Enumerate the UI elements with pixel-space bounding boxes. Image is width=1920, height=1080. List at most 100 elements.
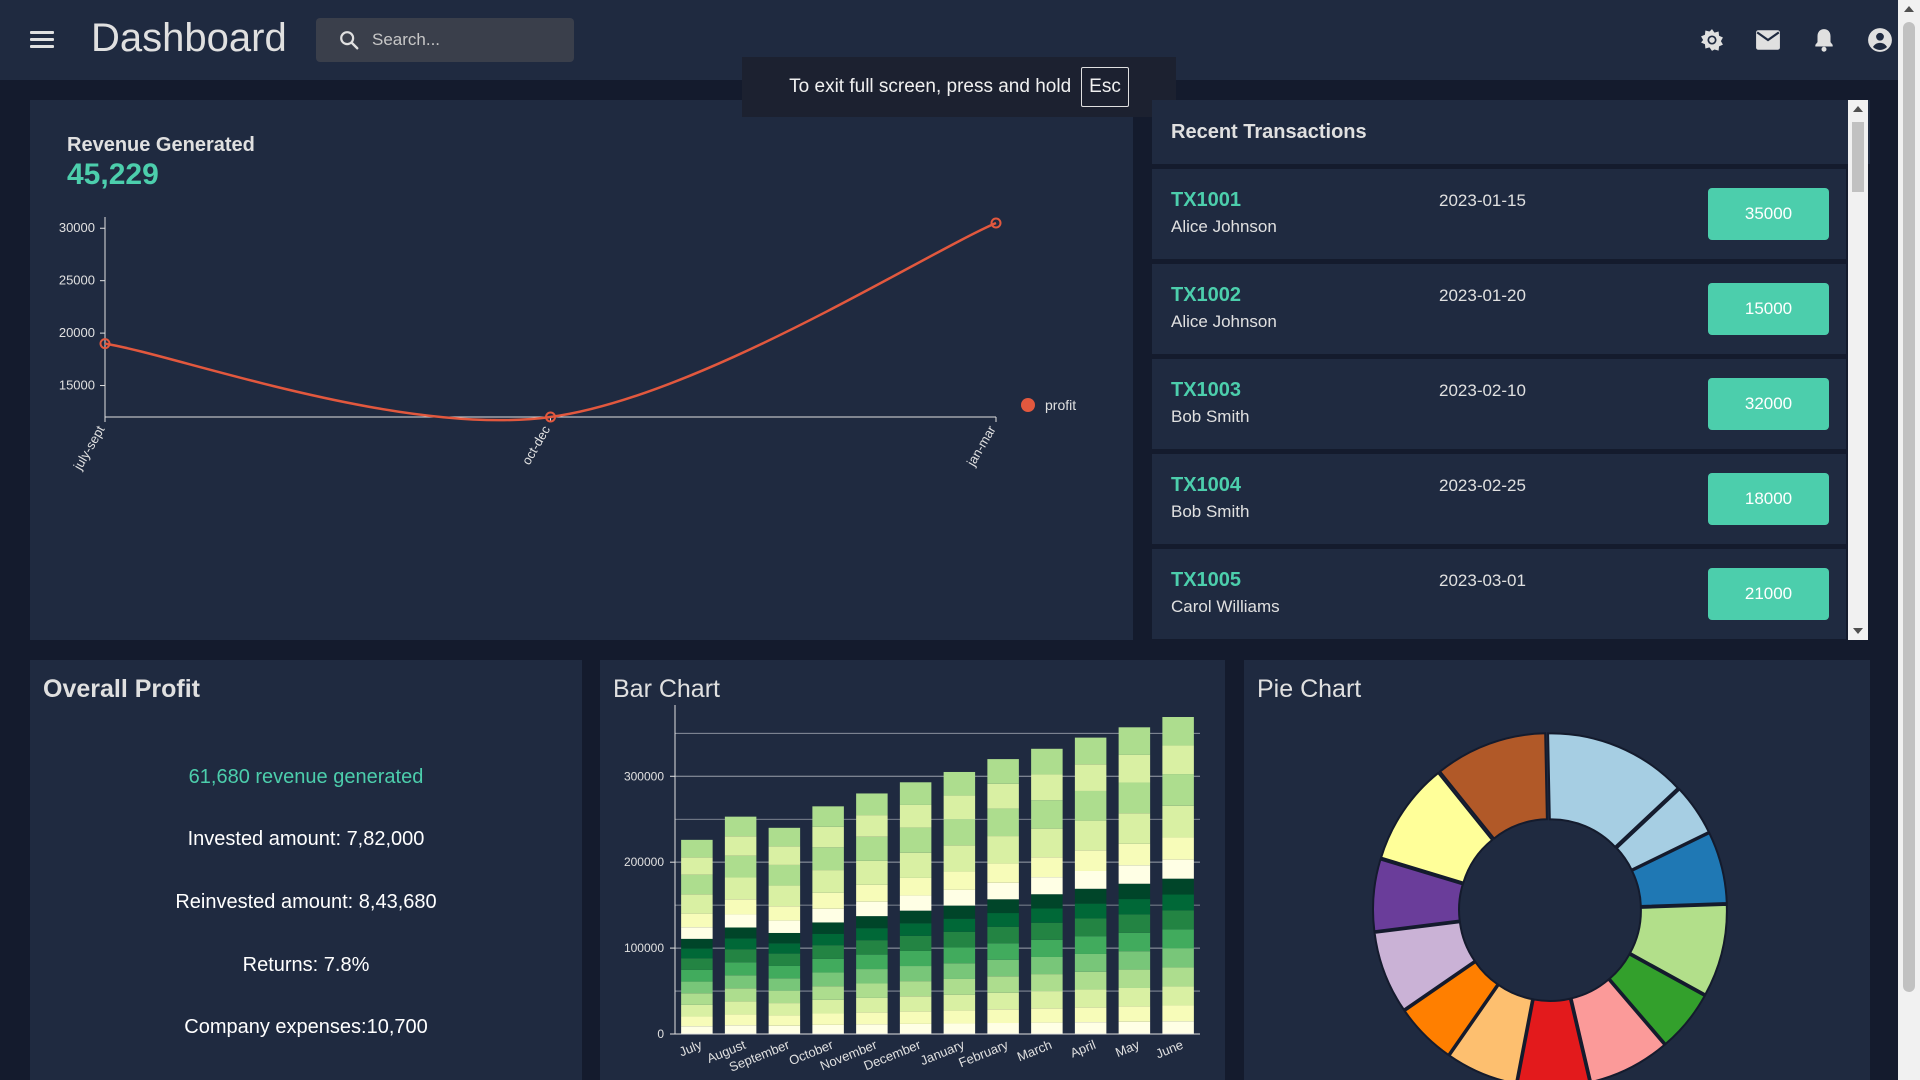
bar-segment[interactable] <box>943 795 976 820</box>
bar-segment[interactable] <box>987 836 1019 864</box>
bar-segment[interactable] <box>987 959 1019 977</box>
bar-segment[interactable] <box>1074 918 1107 937</box>
transaction-row[interactable]: TX1003 Bob Smith 2023-02-10 32000 <box>1152 359 1846 449</box>
bar-segment[interactable] <box>1118 883 1151 900</box>
bar-segment[interactable] <box>987 1009 1019 1024</box>
bar-segment[interactable] <box>987 943 1019 960</box>
bar-segment[interactable] <box>987 759 1019 784</box>
bar-segment[interactable] <box>1162 805 1194 838</box>
bar-segment[interactable] <box>681 857 713 875</box>
bar-segment[interactable] <box>1118 754 1151 783</box>
bar-segment[interactable] <box>856 997 888 1013</box>
bar-segment[interactable] <box>856 901 888 917</box>
bar-segment[interactable] <box>724 962 757 976</box>
transactions-panel[interactable]: Recent Transactions TX1001 Alice Johnson 2… <box>1152 100 1870 640</box>
search-input[interactable] <box>372 30 552 50</box>
bar-segment[interactable] <box>1162 986 1194 1006</box>
bar-segment[interactable] <box>768 990 801 1004</box>
bar-segment[interactable] <box>1074 790 1107 821</box>
bar-segment[interactable] <box>987 899 1019 914</box>
bar-segment[interactable] <box>987 783 1019 809</box>
bar-segment[interactable] <box>724 836 757 856</box>
bar-segment[interactable] <box>768 1003 801 1016</box>
bar-segment[interactable] <box>768 978 801 991</box>
bar-segment[interactable] <box>1118 914 1151 933</box>
bar-segment[interactable] <box>812 908 844 923</box>
bar-segment[interactable] <box>1074 820 1107 851</box>
bar-segment[interactable] <box>724 816 757 837</box>
bar-segment[interactable] <box>943 819 976 846</box>
bar-segment[interactable] <box>1074 971 1107 990</box>
search-box[interactable] <box>316 18 574 62</box>
bar-segment[interactable] <box>1031 877 1063 895</box>
bar-segment[interactable] <box>1162 967 1194 987</box>
bar-segment[interactable] <box>987 913 1019 927</box>
bar-segment[interactable] <box>1118 1006 1151 1022</box>
bar-segment[interactable] <box>1031 857 1063 878</box>
bar-segment[interactable] <box>812 806 844 827</box>
bar-segment[interactable] <box>724 949 757 963</box>
notifications-icon[interactable] <box>1808 24 1840 56</box>
bar-segment[interactable] <box>943 889 976 906</box>
transaction-row[interactable]: TX1002 Alice Johnson 2023-01-20 15000 <box>1152 264 1846 354</box>
bar-segment[interactable] <box>724 1001 757 1015</box>
bar-segment[interactable] <box>899 981 932 997</box>
bar-segment[interactable] <box>856 983 888 998</box>
bar-segment[interactable] <box>899 966 932 982</box>
scroll-up-icon[interactable] <box>1853 106 1863 112</box>
bar-segment[interactable] <box>724 927 757 939</box>
bar-segment[interactable] <box>768 906 801 921</box>
bar-segment[interactable] <box>943 1010 976 1024</box>
bar-segment[interactable] <box>899 895 932 911</box>
bar-segment[interactable] <box>856 940 888 955</box>
bar-segment[interactable] <box>943 918 976 932</box>
bar-segment[interactable] <box>1162 745 1194 775</box>
bar-segment[interactable] <box>856 1012 888 1025</box>
bar-segment[interactable] <box>943 994 976 1011</box>
bar-segment[interactable] <box>1074 989 1107 1008</box>
bar-segment[interactable] <box>899 935 932 951</box>
transaction-amount[interactable]: 15000 <box>1708 283 1829 335</box>
bar-segment[interactable] <box>899 827 932 853</box>
bar-segment[interactable] <box>1031 908 1063 923</box>
mail-icon[interactable] <box>1752 24 1784 56</box>
bar-segment[interactable] <box>1031 956 1063 975</box>
bar-segment[interactable] <box>943 1023 976 1034</box>
bar-segment[interactable] <box>681 894 713 914</box>
bar-segment[interactable] <box>987 992 1019 1010</box>
bar-segment[interactable] <box>768 943 801 954</box>
account-icon[interactable] <box>1864 24 1896 56</box>
bar-segment[interactable] <box>1162 910 1194 930</box>
bar-segment[interactable] <box>1118 813 1151 844</box>
bar-segment[interactable] <box>681 993 713 1005</box>
transaction-row[interactable]: TX1001 Alice Johnson 2023-01-15 35000 <box>1152 169 1846 259</box>
bar-segment[interactable] <box>856 954 888 970</box>
bar-segment[interactable] <box>681 839 713 858</box>
bar-segment[interactable] <box>812 1024 844 1034</box>
bar-segment[interactable] <box>899 950 932 967</box>
bar-segment[interactable] <box>899 852 932 878</box>
bar-segment[interactable] <box>768 932 801 944</box>
scrollbar-thumb[interactable] <box>1852 122 1864 192</box>
bar-segment[interactable] <box>768 965 801 979</box>
bar-segment[interactable] <box>856 928 888 941</box>
transaction-amount[interactable]: 32000 <box>1708 378 1829 430</box>
bar-segment[interactable] <box>812 826 844 848</box>
bar-segment[interactable] <box>768 1025 801 1034</box>
bar-segment[interactable] <box>943 978 976 995</box>
bar-segment[interactable] <box>987 808 1019 837</box>
bar-segment[interactable] <box>1162 1005 1194 1022</box>
bar-segment[interactable] <box>812 847 844 871</box>
bar-segment[interactable] <box>987 926 1019 944</box>
bar-segment[interactable] <box>1074 903 1107 919</box>
transaction-row[interactable]: TX1004 Bob Smith 2023-02-25 18000 <box>1152 454 1846 544</box>
bar-segment[interactable] <box>681 1004 713 1017</box>
bar-segment[interactable] <box>1074 764 1107 791</box>
bar-segment[interactable] <box>1162 1021 1194 1034</box>
bar-segment[interactable] <box>681 927 713 939</box>
bar-segment[interactable] <box>724 938 757 950</box>
bar-segment[interactable] <box>768 846 801 865</box>
bar-segment[interactable] <box>943 871 976 890</box>
bar-segment[interactable] <box>899 877 932 896</box>
bar-segment[interactable] <box>856 969 888 984</box>
